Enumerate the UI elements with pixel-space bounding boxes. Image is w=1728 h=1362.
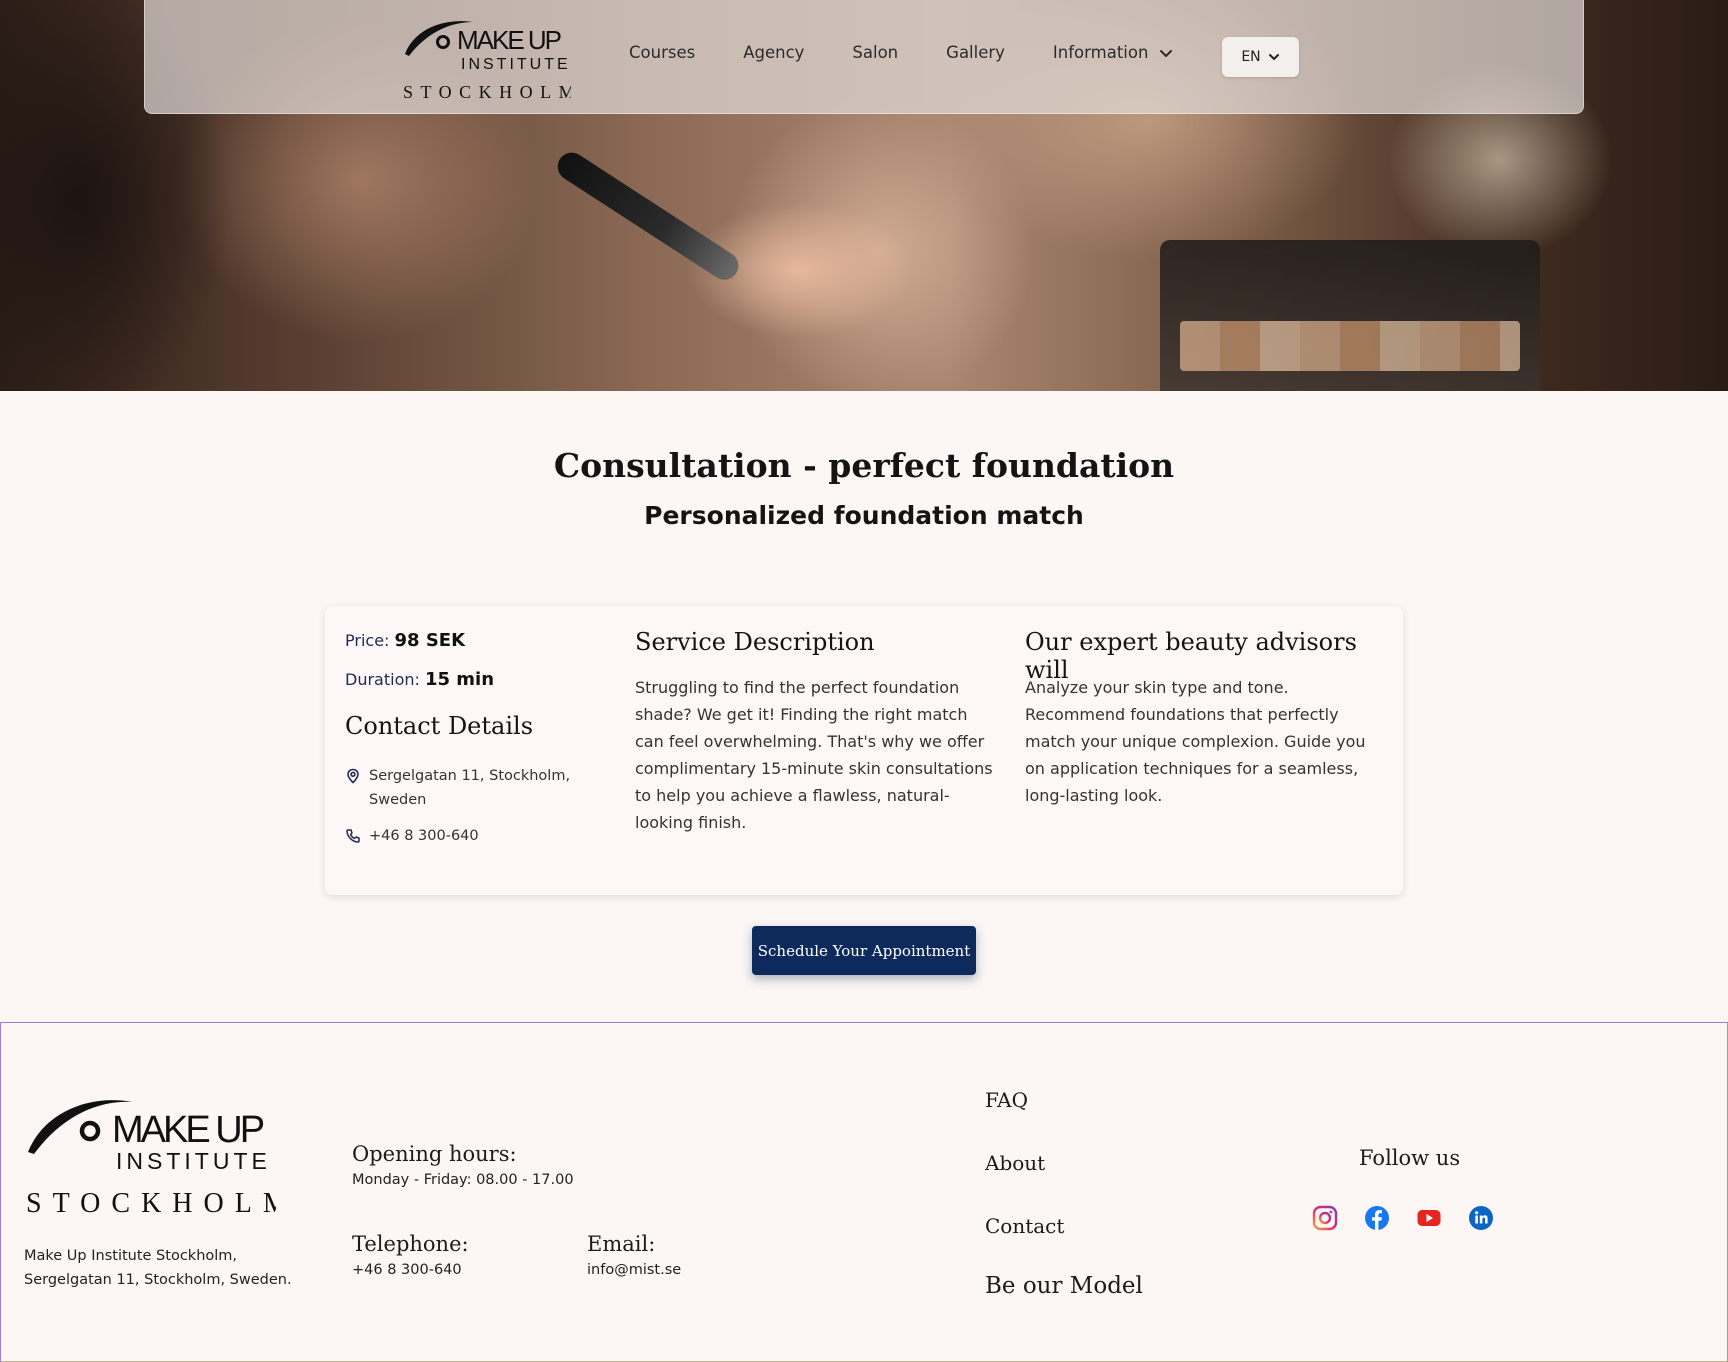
contact-address: Sergelgatan 11, Stockholm, Sweden: [345, 764, 585, 812]
footer-link-be-our-model[interactable]: Be our Model: [985, 1273, 1143, 1299]
nav-courses[interactable]: Courses: [629, 43, 695, 62]
chevron-down-icon: [1160, 49, 1173, 57]
nav-courses-label: Courses: [629, 43, 696, 62]
page-subtitle: Personalized foundation match: [644, 501, 1084, 530]
footer-link-faq[interactable]: FAQ: [985, 1088, 1028, 1112]
nav-information-dropdown[interactable]: Information: [1053, 43, 1175, 62]
nav-gallery[interactable]: Gallery: [946, 43, 1005, 62]
location-pin-icon: [347, 768, 359, 784]
phone-text: +46 8 300-640: [369, 828, 479, 844]
service-description-text: Struggling to find the perfect foundatio…: [635, 678, 993, 832]
youtube-icon[interactable]: [1416, 1205, 1442, 1231]
footer-logo-line3: STOCKHOLM: [26, 1188, 276, 1219]
phone-icon: [346, 829, 360, 843]
logo-line3: STOCKHOLM: [403, 82, 571, 102]
language-label: EN: [1241, 49, 1261, 65]
address-text: Sergelgatan 11, Stockholm, Sweden: [369, 768, 571, 808]
opening-hours-value: Monday - Friday: 08.00 - 17.00: [352, 1172, 574, 1188]
price-value: 98 SEK: [394, 630, 466, 651]
telephone-value[interactable]: +46 8 300-640: [352, 1262, 462, 1278]
header-logo[interactable]: MAKE UP INSTITUTE STOCKHOLM: [401, 14, 571, 102]
facebook-icon[interactable]: [1364, 1205, 1390, 1231]
schedule-appointment-button[interactable]: Schedule Your Appointment: [752, 926, 976, 975]
nav-gallery-label: Gallery: [946, 43, 1005, 62]
advisors-text: Analyze your skin type and tone. Recomme…: [1025, 678, 1366, 805]
contact-phone[interactable]: +46 8 300-640: [345, 824, 479, 848]
footer-link-contact[interactable]: Contact: [985, 1214, 1064, 1238]
duration-row: Duration: 15 min: [345, 669, 494, 690]
follow-us-label: Follow us: [1359, 1146, 1461, 1170]
linkedin-icon[interactable]: [1468, 1205, 1494, 1231]
footer-logo-line1: MAKE UP: [112, 1109, 264, 1151]
price-row: Price: 98 SEK: [345, 630, 465, 651]
logo-mark: MAKE UP INSTITUTE STOCKHOLM: [403, 21, 571, 102]
footer-link-about[interactable]: About: [985, 1151, 1045, 1175]
hero-hand-shape: [640, 170, 960, 370]
footer-logo[interactable]: MAKE UP INSTITUTE STOCKHOLM: [24, 1090, 276, 1220]
service-description-heading: Service Description: [635, 628, 875, 656]
nav-links: Courses Agency Salon Gallery Information: [629, 43, 1222, 62]
nav-agency[interactable]: Agency: [743, 43, 804, 62]
opening-hours-label: Opening hours:: [352, 1142, 517, 1166]
logo-line1: MAKE UP: [457, 25, 561, 55]
email-label: Email:: [587, 1232, 656, 1256]
nav-salon-label: Salon: [852, 43, 899, 62]
nav-information-label: Information: [1052, 43, 1149, 62]
page-title: Consultation - perfect foundation: [553, 446, 1175, 485]
price-label: Price:: [345, 631, 390, 650]
nav-agency-label: Agency: [743, 43, 805, 62]
top-navbar: MAKE UP INSTITUTE STOCKHOLM Courses Agen…: [144, 0, 1584, 114]
footer-logo-mark: MAKE UP INSTITUTE STOCKHOLM: [26, 1100, 276, 1219]
nav-salon[interactable]: Salon: [852, 43, 898, 62]
email-value[interactable]: info@mist.se: [587, 1262, 681, 1278]
language-selector[interactable]: EN: [1222, 37, 1299, 77]
service-card: Price: 98 SEK Duration: 15 min Contact D…: [325, 606, 1403, 895]
footer-address: Make Up Institute Stockholm, Sergelgatan…: [24, 1248, 292, 1288]
contact-heading: Contact Details: [345, 712, 534, 740]
instagram-icon[interactable]: [1312, 1205, 1338, 1231]
duration-value: 15 min: [424, 669, 495, 690]
logo-line2: INSTITUTE: [461, 56, 571, 73]
footer-logo-line2: INSTITUTE: [116, 1148, 271, 1174]
telephone-label: Telephone:: [352, 1232, 469, 1256]
hero-palette: [1160, 240, 1540, 391]
chevron-down-icon: [1268, 54, 1279, 61]
duration-label: Duration:: [345, 670, 420, 689]
